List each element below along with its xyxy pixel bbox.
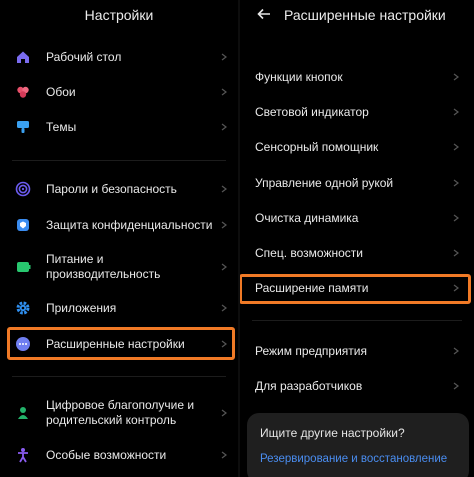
settings-item-label: Обои xyxy=(46,85,76,99)
settings-item-label-line2: производительность xyxy=(46,267,161,281)
settings-item-label: Рабочий стол xyxy=(46,50,122,64)
page-title: Настройки xyxy=(84,7,154,23)
chevron-right-icon xyxy=(221,409,227,417)
chevron-right-icon xyxy=(453,382,459,390)
advanced-item-label: Световой индикатор xyxy=(255,105,369,119)
chevron-right-icon xyxy=(453,73,459,81)
settings-item-label: Пароли и безопасность xyxy=(46,182,177,196)
chevron-right-icon xyxy=(221,451,227,459)
settings-item-label: Приложения xyxy=(46,301,117,315)
chevron-right-icon xyxy=(453,214,459,222)
settings-item-battery[interactable]: Питание и производительность xyxy=(0,249,238,285)
gear-icon xyxy=(16,301,30,315)
settings-item-wallpaper[interactable]: Обои xyxy=(0,81,238,103)
memory-extension-highlight xyxy=(240,274,471,304)
advanced-item-led-indicator[interactable]: Световой индикатор xyxy=(240,102,474,122)
wellbeing-icon xyxy=(18,407,28,419)
settings-item-security[interactable]: Пароли и безопасность xyxy=(0,178,238,200)
privacy-shield-icon xyxy=(17,219,29,231)
chevron-right-icon xyxy=(453,108,459,116)
chevron-right-icon xyxy=(221,123,227,131)
settings-item-label: Защита конфиденциальности xyxy=(46,218,213,232)
section-divider xyxy=(12,376,226,377)
flower-icon xyxy=(17,86,29,98)
settings-item-label-line2: родительский контроль xyxy=(46,413,177,427)
advanced-settings-highlight xyxy=(7,327,235,360)
chevron-right-icon xyxy=(221,304,227,312)
settings-item-label-line1: Цифровое благополучие и xyxy=(46,398,195,412)
search-suggestion-question: Ищите другие настройки? xyxy=(260,426,405,440)
page-title: Расширенные настройки xyxy=(284,7,446,23)
chevron-right-icon xyxy=(221,263,227,271)
advanced-item-label: Спец. возможности xyxy=(255,246,363,260)
chevron-right-icon xyxy=(221,53,227,61)
back-arrow-icon[interactable] xyxy=(256,6,272,22)
settings-item-label: Особые возможности xyxy=(46,448,167,462)
section-divider xyxy=(252,320,462,321)
settings-item-privacy[interactable]: Защита конфиденциальности xyxy=(0,214,238,236)
advanced-item-label: Очистка динамика xyxy=(255,211,359,225)
fingerprint-icon xyxy=(15,181,31,197)
advanced-item-button-functions[interactable]: Функции кнопок xyxy=(240,67,474,87)
settings-item-apps[interactable]: Приложения xyxy=(0,297,238,319)
chevron-right-icon xyxy=(453,249,459,257)
battery-icon xyxy=(17,262,31,272)
advanced-item-speaker-cleaning[interactable]: Очистка динамика xyxy=(240,208,474,228)
settings-item-wellbeing[interactable]: Цифровое благополучие и родительский кон… xyxy=(0,395,238,431)
chevron-right-icon xyxy=(453,143,459,151)
backup-restore-link[interactable]: Резервирование и восстановление xyxy=(260,453,447,465)
home-icon xyxy=(17,51,29,63)
advanced-item-developer-options[interactable]: Для разработчиков xyxy=(240,376,474,396)
advanced-item-accessibility[interactable]: Спец. возможности xyxy=(240,243,474,263)
advanced-item-label: Управление одной рукой xyxy=(255,176,394,190)
settings-item-accessibility[interactable]: Особые возможности xyxy=(0,444,238,466)
advanced-item-enterprise-mode[interactable]: Режим предприятия xyxy=(240,341,474,361)
advanced-settings-panel: Расширенные настройки Функции кнопок Све… xyxy=(240,0,474,477)
chevron-right-icon xyxy=(221,185,227,193)
chevron-right-icon xyxy=(453,179,459,187)
settings-item-themes[interactable]: Темы xyxy=(0,116,238,138)
settings-panel: Настройки Рабочий стол Обои Темы Пароли … xyxy=(0,0,238,477)
accessibility-icon xyxy=(18,448,28,463)
settings-item-desktop[interactable]: Рабочий стол xyxy=(0,46,238,68)
advanced-item-label: Режим предприятия xyxy=(255,344,367,358)
search-suggestion-card: Ищите другие настройки? Резервирование и… xyxy=(247,413,469,477)
advanced-item-touch-assistant[interactable]: Сенсорный помощник xyxy=(240,137,474,157)
brush-icon xyxy=(17,121,29,133)
section-divider xyxy=(12,160,226,161)
chevron-right-icon xyxy=(221,88,227,96)
chevron-right-icon xyxy=(221,221,227,229)
advanced-item-one-hand-mode[interactable]: Управление одной рукой xyxy=(240,173,474,193)
advanced-item-label: Сенсорный помощник xyxy=(255,140,379,154)
chevron-right-icon xyxy=(453,347,459,355)
settings-item-label: Темы xyxy=(46,120,77,134)
advanced-item-label: Функции кнопок xyxy=(255,70,343,84)
settings-item-label-line1: Питание и xyxy=(46,252,104,266)
advanced-item-label: Для разработчиков xyxy=(255,379,363,393)
